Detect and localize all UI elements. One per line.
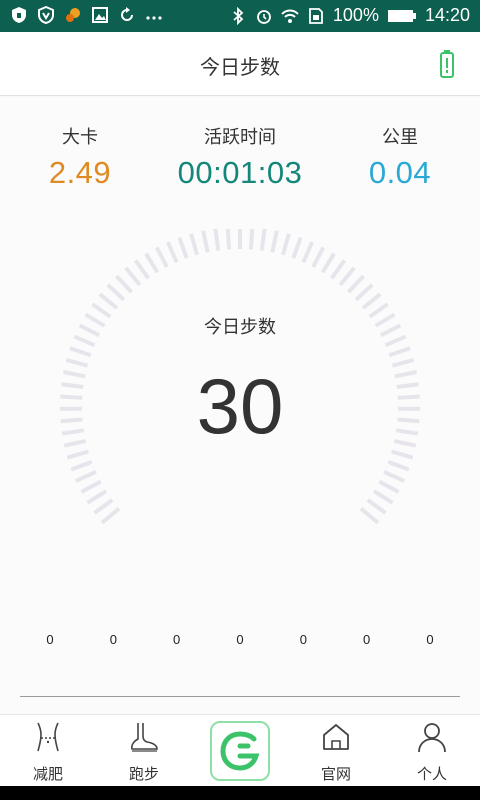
person-icon <box>418 723 446 753</box>
stat-label: 大卡 <box>62 127 98 148</box>
status-right: 100% 14:20 <box>229 5 470 26</box>
more-icon <box>146 16 162 20</box>
gauge-tick <box>391 449 414 460</box>
gauge-tick <box>366 498 387 515</box>
gauge-tick <box>189 233 200 256</box>
gauge-tick <box>372 489 394 505</box>
gauge-tick <box>154 246 169 268</box>
nav-item-home-center[interactable] <box>192 715 288 787</box>
gauge-tick <box>378 479 400 494</box>
nav-label: 官网 <box>320 765 351 783</box>
stat-value: 0.04 <box>368 155 432 190</box>
stat-label: 公里 <box>382 127 418 148</box>
gauge-tick <box>383 470 405 483</box>
page-title: 今日步数 <box>200 55 280 79</box>
gauge-tick <box>354 283 374 302</box>
image-icon <box>92 7 108 23</box>
gauge-tick <box>270 230 279 253</box>
gauge-tick <box>359 507 380 525</box>
gauge-tick <box>70 459 93 472</box>
system-nav-bar <box>0 786 480 800</box>
stat-value: 00:01:03 <box>177 155 303 190</box>
hourly-value: 0 <box>426 632 434 647</box>
home-icon <box>323 724 349 750</box>
hourly-value: 0 <box>46 632 54 647</box>
stat-active-time: 活跃时间 00:01:03 <box>160 123 320 191</box>
vpn-icon <box>38 6 54 24</box>
nav-item-running[interactable]: 跑步 <box>96 715 192 787</box>
stat-value: 2.49 <box>48 155 112 190</box>
nav-label: 跑步 <box>128 765 159 783</box>
stat-label: 活跃时间 <box>204 127 276 148</box>
status-time: 14:20 <box>424 5 470 25</box>
gauge-label: 今日步数 <box>204 317 276 338</box>
gauge-tick <box>124 266 142 287</box>
sim-icon <box>309 7 323 24</box>
gauge-tick <box>86 489 108 505</box>
bluetooth-icon <box>233 6 244 25</box>
waist-icon <box>37 722 59 752</box>
gauge-tick <box>98 292 119 310</box>
hourly-value: 0 <box>236 632 244 647</box>
nav-label: 个人 <box>416 765 447 783</box>
app-center-button[interactable] <box>210 721 270 781</box>
nav-label: 减肥 <box>32 765 63 783</box>
gauge-tick <box>144 252 160 274</box>
gauge-tick <box>177 236 189 259</box>
status-bar: 100% 14:20 <box>0 0 480 32</box>
stat-distance: 公里 0.04 <box>320 123 480 191</box>
gauge-tick <box>387 459 410 472</box>
gauge-tick <box>213 229 221 251</box>
wifi-icon <box>281 9 299 23</box>
gauge-tick <box>248 229 255 250</box>
main-content: 大卡 2.49 活跃时间 00:01:03 公里 0.04 今日步数 30 0 … <box>0 97 480 714</box>
squirrel-icon <box>66 8 80 22</box>
gauge-tick <box>93 498 114 515</box>
step-count: 30 <box>196 362 284 450</box>
gauge-tick <box>291 236 303 259</box>
divider <box>20 696 460 697</box>
gauge-tick <box>301 241 314 264</box>
gauge-tick <box>320 252 336 274</box>
alarm-icon <box>257 9 271 24</box>
gauge-tick <box>338 266 356 287</box>
gauge-tick <box>346 274 365 294</box>
nav-item-personal[interactable]: 个人 <box>384 715 480 787</box>
gauge-tick <box>388 346 411 358</box>
hourly-value: 0 <box>109 632 117 647</box>
gauge-tick <box>201 230 210 253</box>
gauge-tick <box>166 241 179 264</box>
sync-icon <box>121 7 133 21</box>
app-header: 今日步数 <box>0 32 480 96</box>
shield-icon <box>12 7 26 23</box>
nav-item-website[interactable]: 官网 <box>288 715 384 787</box>
gauge-tick <box>280 233 291 256</box>
hourly-values: 0 0 0 0 0 0 0 <box>40 632 440 650</box>
gauge-tick <box>100 507 121 525</box>
nav-item-weight-loss[interactable]: 减肥 <box>0 715 96 787</box>
gauge-tick <box>106 283 126 302</box>
battery-icon <box>387 9 416 22</box>
battery-status-icon[interactable] <box>440 50 454 78</box>
gauge-tick <box>330 259 347 280</box>
gauge-tick <box>361 292 382 310</box>
battery-percent: 100% <box>332 5 379 25</box>
hourly-value: 0 <box>299 632 307 647</box>
gauge-tick <box>311 246 326 268</box>
gauge-tick <box>225 229 232 250</box>
gauge-tick <box>133 259 150 280</box>
gauge-tick <box>66 449 89 460</box>
app-logo-icon <box>220 731 260 771</box>
stat-calories: 大卡 2.49 <box>0 123 160 191</box>
gauge-tick <box>75 470 97 483</box>
bottom-nav: 减肥 跑步 官网 个人 <box>0 714 480 786</box>
gauge-tick <box>69 346 92 358</box>
gauge-tick <box>259 229 267 251</box>
gauge-tick <box>115 274 134 294</box>
foot-icon <box>131 723 158 752</box>
hourly-value: 0 <box>363 632 371 647</box>
gauge-tick <box>80 479 102 494</box>
hourly-value: 0 <box>173 632 181 647</box>
status-left-icons <box>10 6 163 24</box>
